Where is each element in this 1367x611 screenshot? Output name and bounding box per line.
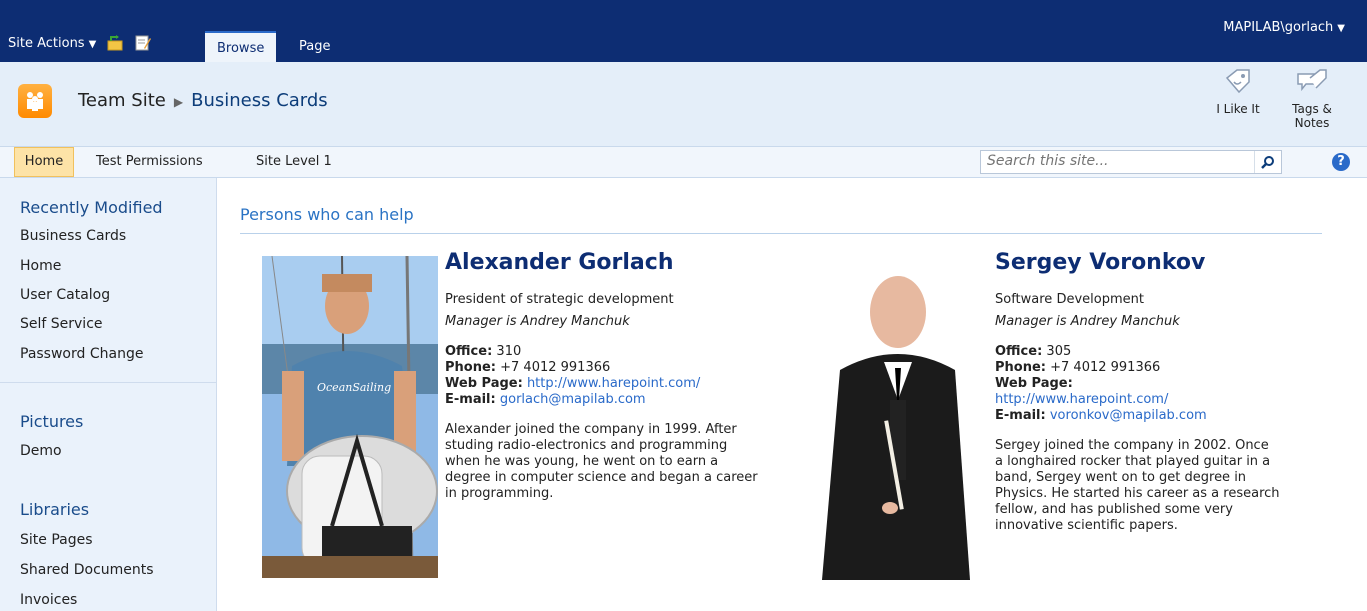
libraries-heading[interactable]: Libraries bbox=[20, 500, 89, 519]
sidebar-divider bbox=[0, 382, 216, 383]
email-link[interactable]: gorlach@mapilab.com bbox=[500, 392, 646, 407]
page-title: Persons who can help bbox=[240, 205, 414, 224]
person-manager: Manager is Andrey Manchuk bbox=[445, 314, 630, 329]
search-icon bbox=[1261, 156, 1274, 169]
office-label: Office: bbox=[445, 344, 493, 359]
help-icon[interactable]: ? bbox=[1332, 153, 1350, 171]
chevron-down-icon: ▼ bbox=[88, 38, 97, 50]
web-link[interactable]: http://www.harepoint.com/ bbox=[995, 392, 1168, 407]
top-navigation: Home Test Permissions Site Level 1 ? bbox=[0, 147, 1367, 178]
person-details: President of strategic development Manag… bbox=[445, 292, 765, 502]
recent-item-business-cards[interactable]: Business Cards bbox=[20, 228, 126, 244]
person-manager: Manager is Andrey Manchuk bbox=[995, 314, 1180, 329]
tags-notes-icon bbox=[1297, 69, 1327, 92]
phone-value: +7 4012 991366 bbox=[1050, 360, 1161, 375]
site-header: Team Site ▶ Business Cards I Like It Tags … bbox=[0, 62, 1367, 147]
person-name: Sergey Voronkov bbox=[995, 250, 1206, 275]
chevron-down-icon: ▼ bbox=[1337, 23, 1345, 34]
breadcrumb-current[interactable]: Business Cards bbox=[191, 90, 328, 111]
person-bio: Alexander joined the company in 1999. Af… bbox=[445, 422, 758, 501]
user-menu[interactable]: MAPILAB\gorlach ▼ bbox=[1223, 20, 1345, 35]
nav-item-test-permissions[interactable]: Test Permissions bbox=[96, 147, 203, 177]
ribbon-bar: Site Actions ▼ Browse Page MAPILAB\gorlac… bbox=[0, 0, 1367, 62]
edit-page-icon[interactable] bbox=[134, 34, 152, 52]
phone-label: Phone: bbox=[445, 360, 496, 375]
phone-row: Phone: +7 4012 991366 bbox=[995, 360, 1285, 376]
office-value: 305 bbox=[1046, 344, 1072, 359]
phone-value: +7 4012 991366 bbox=[500, 360, 611, 375]
phone-label: Phone: bbox=[995, 360, 1046, 375]
email-label: E-mail: bbox=[995, 408, 1046, 423]
recent-item-home[interactable]: Home bbox=[20, 258, 61, 274]
recent-item-password-change[interactable]: Password Change bbox=[20, 346, 143, 362]
email-label: E-mail: bbox=[445, 392, 496, 407]
person-photo-sergey bbox=[800, 250, 985, 580]
office-row: Office: 310 bbox=[445, 344, 765, 360]
site-actions-label: Site Actions bbox=[8, 35, 85, 51]
svg-text:OceanSailing: OceanSailing bbox=[317, 381, 391, 394]
like-tag-icon bbox=[1225, 69, 1250, 94]
quick-launch: Recently Modified Business Cards Home Us… bbox=[0, 178, 217, 611]
tab-browse[interactable]: Browse bbox=[205, 31, 277, 62]
breadcrumb: Team Site ▶ Business Cards bbox=[78, 90, 328, 111]
title-divider bbox=[240, 233, 1322, 234]
web-row-value: http://www.harepoint.com/ bbox=[995, 392, 1285, 408]
library-item-site-pages[interactable]: Site Pages bbox=[20, 532, 93, 548]
library-item-shared-documents[interactable]: Shared Documents bbox=[20, 562, 154, 578]
recent-item-self-service[interactable]: Self Service bbox=[20, 316, 103, 332]
ribbon-left: Site Actions ▼ bbox=[8, 34, 152, 52]
tags-notes-button[interactable]: Tags & Notes bbox=[1286, 68, 1338, 130]
web-label: Web Page: bbox=[445, 376, 523, 391]
user-name: MAPILAB\gorlach bbox=[1223, 20, 1334, 35]
search-box bbox=[980, 150, 1282, 174]
i-like-it-button[interactable]: I Like It bbox=[1208, 68, 1268, 116]
tab-page[interactable]: Page bbox=[287, 31, 342, 62]
pictures-heading[interactable]: Pictures bbox=[20, 412, 83, 431]
library-item-invoices[interactable]: Invoices bbox=[20, 592, 77, 608]
recently-modified-heading: Recently Modified bbox=[20, 198, 163, 217]
recent-item-user-catalog[interactable]: User Catalog bbox=[20, 287, 110, 303]
office-label: Office: bbox=[995, 344, 1043, 359]
nav-item-home[interactable]: Home bbox=[14, 147, 74, 177]
breadcrumb-separator-icon: ▶ bbox=[173, 95, 184, 109]
nav-item-site-level-1[interactable]: Site Level 1 bbox=[256, 147, 332, 177]
email-row: E-mail: voronkov@mapilab.com bbox=[995, 408, 1285, 424]
office-value: 310 bbox=[496, 344, 522, 359]
person-bio: Sergey joined the company in 2002. Once … bbox=[995, 438, 1280, 533]
pictures-item-demo[interactable]: Demo bbox=[20, 443, 62, 459]
i-like-it-label: I Like It bbox=[1216, 102, 1260, 116]
navigate-up-icon[interactable] bbox=[106, 34, 124, 52]
person-photo-alexander: OceanSailing bbox=[262, 256, 438, 578]
search-button[interactable] bbox=[1254, 151, 1281, 173]
web-link[interactable]: http://www.harepoint.com/ bbox=[527, 376, 700, 391]
person-position: President of strategic development bbox=[445, 292, 674, 307]
email-link[interactable]: voronkov@mapilab.com bbox=[1050, 408, 1207, 423]
site-logo-icon[interactable] bbox=[18, 84, 52, 118]
person-details: Software Development Manager is Andrey M… bbox=[995, 292, 1285, 534]
tags-notes-label: Tags & Notes bbox=[1292, 102, 1332, 130]
person-name: Alexander Gorlach bbox=[445, 250, 674, 275]
web-label: Web Page: bbox=[995, 376, 1073, 391]
office-row: Office: 305 bbox=[995, 344, 1285, 360]
search-input[interactable] bbox=[981, 151, 1253, 171]
email-row: E-mail: gorlach@mapilab.com bbox=[445, 392, 765, 408]
person-position: Software Development bbox=[995, 292, 1144, 307]
breadcrumb-root[interactable]: Team Site bbox=[78, 90, 166, 111]
web-row: Web Page: http://www.harepoint.com/ bbox=[445, 376, 765, 392]
phone-row: Phone: +7 4012 991366 bbox=[445, 360, 765, 376]
site-actions-menu[interactable]: Site Actions ▼ bbox=[8, 36, 96, 51]
web-row: Web Page: bbox=[995, 376, 1285, 392]
